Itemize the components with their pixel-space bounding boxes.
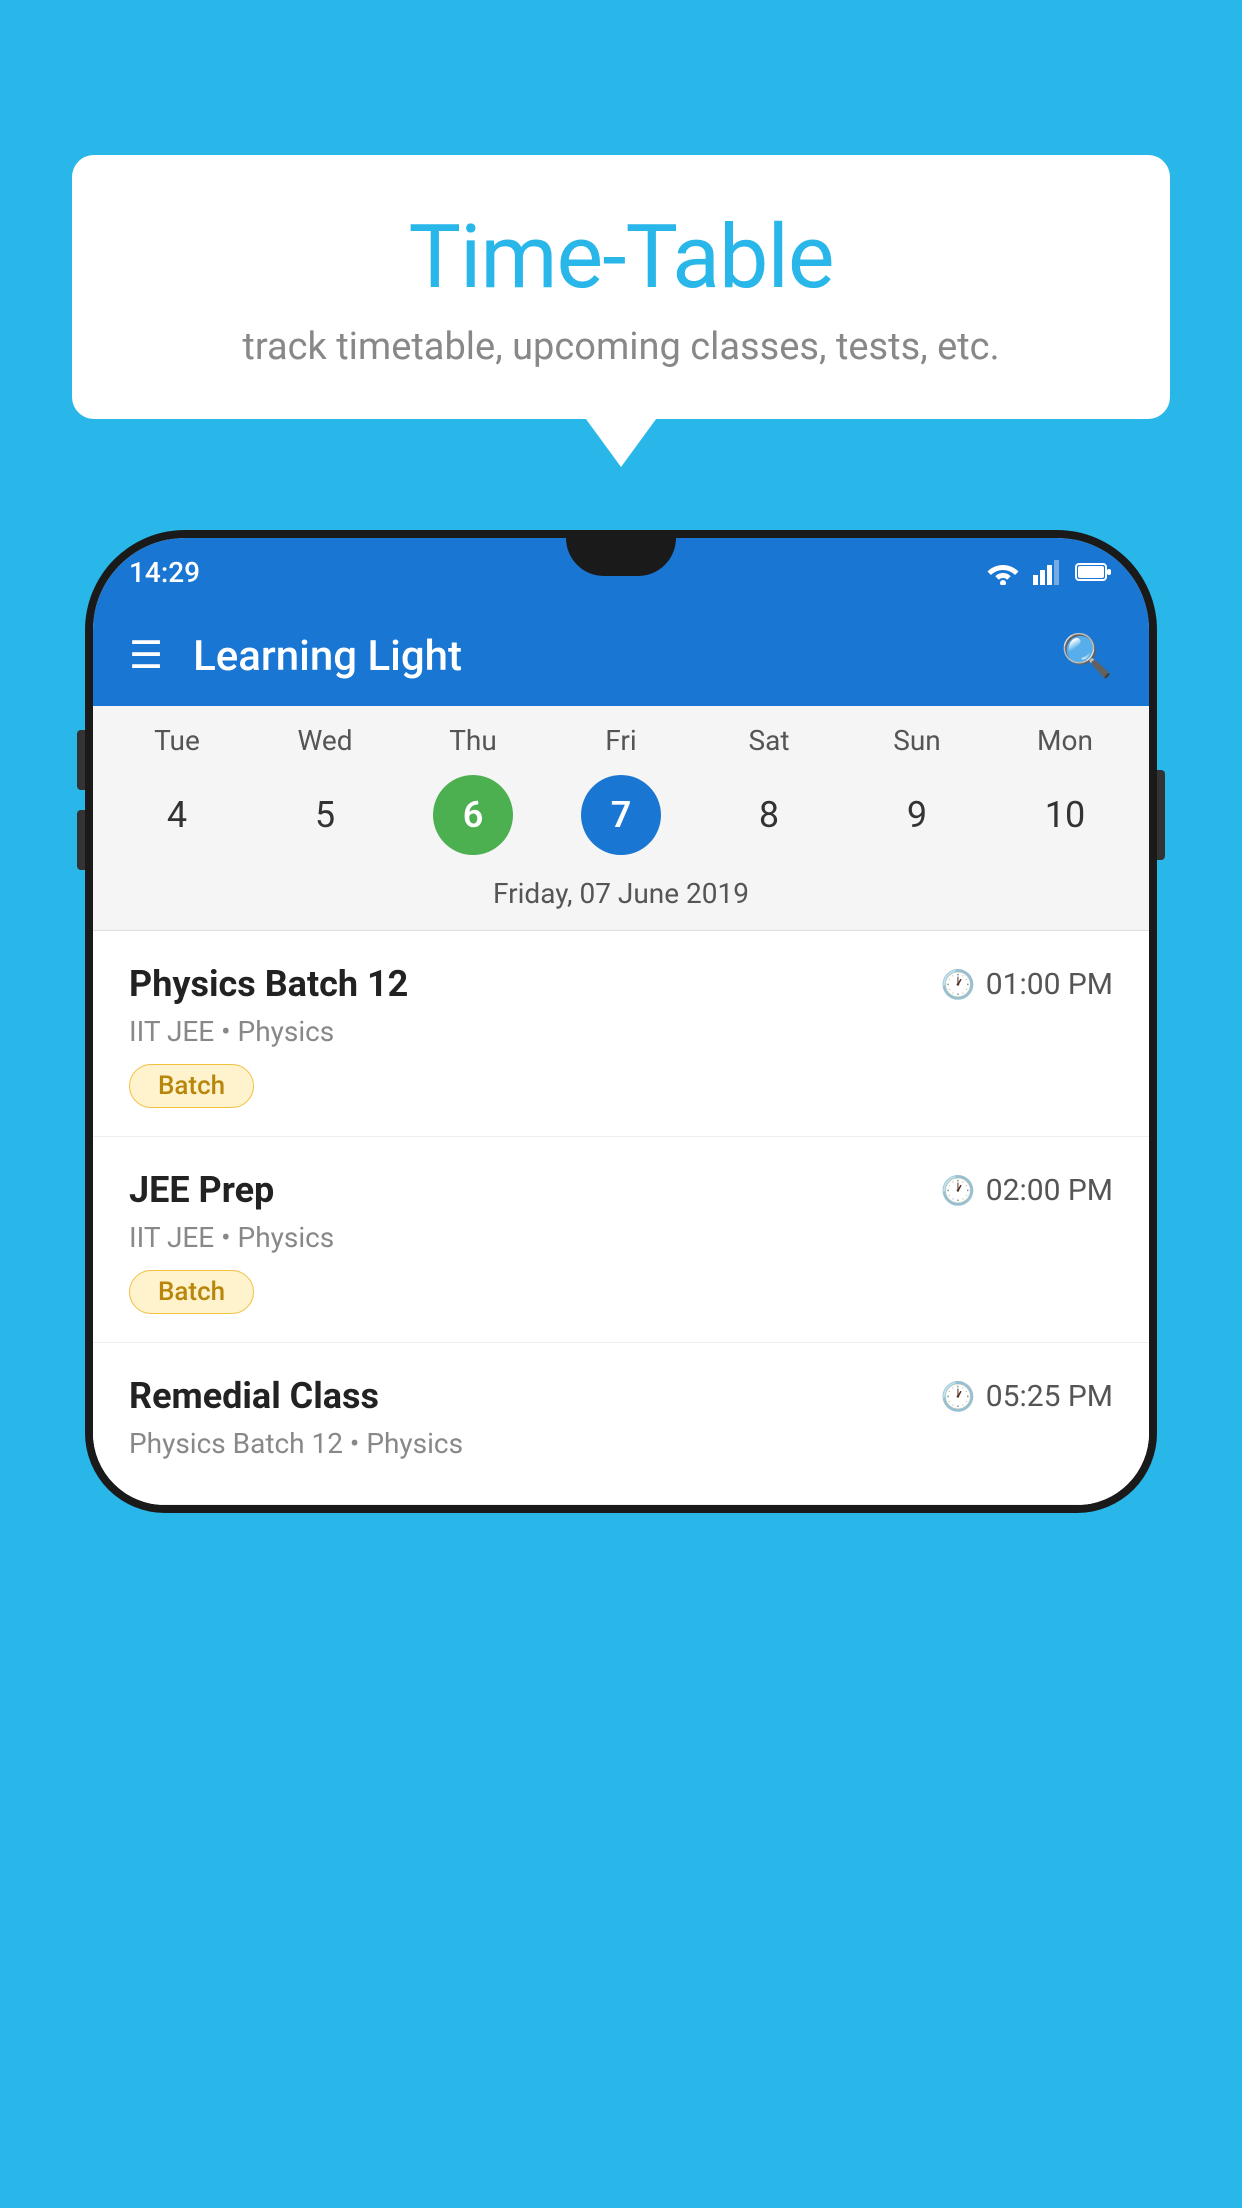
batch-tag: Batch bbox=[129, 1064, 254, 1108]
schedule-subtitle: Physics Batch 12 • Physics bbox=[129, 1427, 1113, 1460]
day-name-wed: Wed bbox=[280, 724, 370, 757]
schedule-title: Remedial Class bbox=[129, 1375, 379, 1417]
schedule-item-top: JEE Prep 🕐 02:00 PM bbox=[129, 1169, 1113, 1211]
app-title: Learning Light bbox=[193, 632, 1031, 681]
schedule-item-top: Physics Batch 12 🕐 01:00 PM bbox=[129, 963, 1113, 1005]
selected-date-label: Friday, 07 June 2019 bbox=[93, 869, 1149, 931]
app-bar: ☰ Learning Light 🔍 bbox=[93, 606, 1149, 706]
day-number-4[interactable]: 4 bbox=[137, 775, 217, 855]
speech-bubble: Time-Table track timetable, upcoming cla… bbox=[72, 155, 1170, 419]
schedule-item-0[interactable]: Physics Batch 12 🕐 01:00 PM IIT JEE • Ph… bbox=[93, 931, 1149, 1137]
day-name-sat: Sat bbox=[724, 724, 814, 757]
batch-tag: Batch bbox=[129, 1270, 254, 1314]
power-button bbox=[1157, 770, 1165, 860]
time-value: 05:25 PM bbox=[986, 1379, 1113, 1414]
schedule-time: 🕐 01:00 PM bbox=[941, 967, 1113, 1002]
notch bbox=[566, 538, 676, 576]
signal-icon bbox=[1033, 559, 1063, 585]
status-icons bbox=[985, 559, 1113, 585]
schedule-time: 🕐 02:00 PM bbox=[941, 1173, 1113, 1208]
schedule-item-1[interactable]: JEE Prep 🕐 02:00 PM IIT JEE • Physics Ba… bbox=[93, 1137, 1149, 1343]
day-number-7[interactable]: 7 bbox=[581, 775, 661, 855]
volume-button-2 bbox=[77, 810, 85, 870]
day-name-sun: Sun bbox=[872, 724, 962, 757]
battery-icon bbox=[1075, 561, 1113, 583]
day-name-mon: Mon bbox=[1020, 724, 1110, 757]
schedule-list: Physics Batch 12 🕐 01:00 PM IIT JEE • Ph… bbox=[93, 931, 1149, 1505]
day-number-5[interactable]: 5 bbox=[285, 775, 365, 855]
schedule-subtitle: IIT JEE • Physics bbox=[129, 1221, 1113, 1254]
day-numbers-row: 456789 10 bbox=[93, 767, 1149, 869]
day-name-fri: Fri bbox=[576, 724, 666, 757]
time-value: 02:00 PM bbox=[986, 1173, 1113, 1208]
bubble-title: Time-Table bbox=[112, 210, 1130, 307]
bubble-subtitle: track timetable, upcoming classes, tests… bbox=[112, 325, 1130, 369]
day-number-8[interactable]: 8 bbox=[729, 775, 809, 855]
phone-screen: 14:29 bbox=[93, 538, 1149, 1505]
schedule-title: JEE Prep bbox=[129, 1169, 274, 1211]
status-bar: 14:29 bbox=[93, 538, 1149, 606]
status-time: 14:29 bbox=[129, 556, 200, 589]
schedule-time: 🕐 05:25 PM bbox=[941, 1379, 1113, 1414]
day-names-row: Tue Wed Thu Fri Sat Sun Mon bbox=[93, 724, 1149, 767]
schedule-item-2[interactable]: Remedial Class 🕐 05:25 PM Physics Batch … bbox=[93, 1343, 1149, 1505]
day-name-thu: Thu bbox=[428, 724, 518, 757]
clock-icon: 🕐 bbox=[941, 1380, 976, 1413]
wifi-icon bbox=[985, 559, 1021, 585]
schedule-title: Physics Batch 12 bbox=[129, 963, 408, 1005]
clock-icon: 🕐 bbox=[941, 968, 976, 1001]
day-number-9[interactable]: 9 bbox=[877, 775, 957, 855]
hamburger-icon[interactable]: ☰ bbox=[129, 637, 163, 675]
clock-icon: 🕐 bbox=[941, 1174, 976, 1207]
search-icon[interactable]: 🔍 bbox=[1061, 632, 1113, 681]
phone-mockup: 14:29 bbox=[85, 530, 1157, 2208]
schedule-subtitle: IIT JEE • Physics bbox=[129, 1015, 1113, 1048]
day-number-10[interactable]: 10 bbox=[1025, 775, 1105, 855]
day-name-tue: Tue bbox=[132, 724, 222, 757]
calendar-header: Tue Wed Thu Fri Sat Sun Mon 456789 10 Friday, 0… bbox=[93, 706, 1149, 931]
schedule-item-top: Remedial Class 🕐 05:25 PM bbox=[129, 1375, 1113, 1417]
day-number-6[interactable]: 6 bbox=[433, 775, 513, 855]
phone-outer: 14:29 bbox=[85, 530, 1157, 1513]
volume-button-1 bbox=[77, 730, 85, 790]
time-value: 01:00 PM bbox=[986, 967, 1113, 1002]
